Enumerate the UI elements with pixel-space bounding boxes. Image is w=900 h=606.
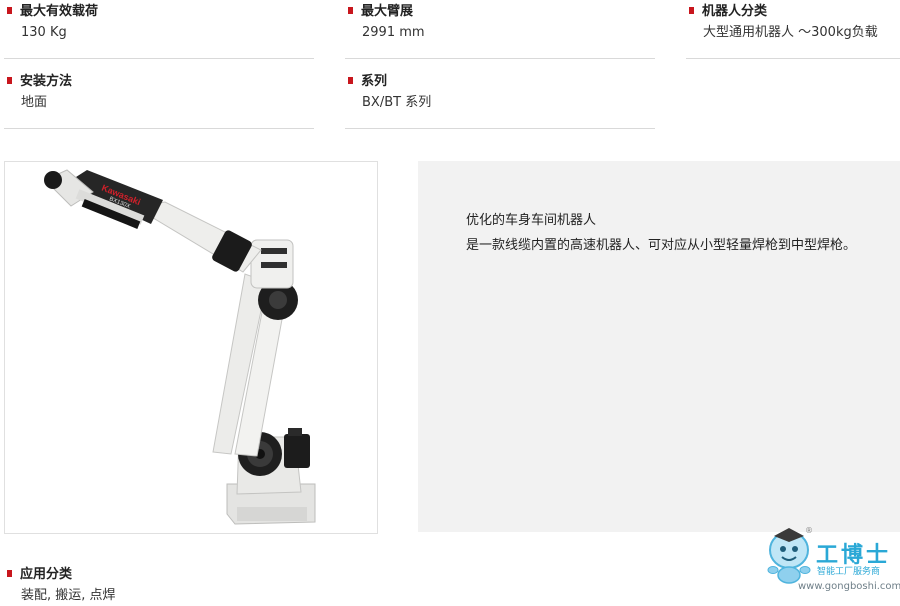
description-panel: 优化的车身车间机器人 是一款线缆内置的高速机器人、可对应从小型轻量焊枪到中型焊枪… (418, 161, 900, 532)
red-bullet-icon (7, 7, 12, 14)
spec-max-reach: 最大臂展 2991 mm (345, 3, 655, 42)
red-bullet-icon (7, 77, 12, 84)
red-bullet-icon (689, 7, 694, 14)
registered-mark: ® (805, 526, 813, 535)
spec-value: 地面 (21, 95, 48, 110)
watermark: ® 工博士 智能工厂服务商 www.gongboshi.com (762, 524, 900, 606)
divider (345, 128, 655, 129)
spec-value: 2991 mm (362, 25, 425, 40)
spec-mounting: 安装方法 地面 (4, 73, 314, 112)
divider (345, 58, 655, 59)
description-title: 优化的车身车间机器人 (466, 213, 597, 228)
spec-max-payload: 最大有效载荷 130 Kg (4, 3, 314, 42)
robot-arm-illustration: Kawasaki BX130X (44, 169, 316, 525)
spec-title: 安装方法 (20, 74, 73, 89)
divider (4, 58, 314, 59)
spec-value: 130 Kg (21, 25, 67, 40)
spec-title: 系列 (361, 74, 388, 89)
spec-title: 最大有效载荷 (20, 4, 99, 19)
red-bullet-icon (348, 7, 353, 14)
spec-title: 机器人分类 (702, 4, 768, 19)
divider (4, 128, 314, 129)
product-image: Kawasaki BX130X (4, 161, 378, 534)
red-bullet-icon (7, 570, 12, 577)
spec-series: 系列 BX/BT 系列 (345, 73, 655, 112)
spec-title: 最大臂展 (361, 4, 414, 19)
description-text: 是一款线缆内置的高速机器人、可对应从小型轻量焊枪到中型焊枪。 (466, 238, 857, 253)
watermark-url: www.gongboshi.com (798, 581, 900, 592)
spec-title: 应用分类 (20, 567, 73, 582)
red-bullet-icon (348, 77, 353, 84)
spec-value: 装配, 搬运, 点焊 (21, 588, 116, 603)
spec-value: 大型通用机器人 ～300kg负载 (703, 25, 878, 40)
spec-value: BX/BT 系列 (362, 95, 432, 110)
spec-application: 应用分类 装配, 搬运, 点焊 (4, 566, 314, 605)
spec-category: 机器人分类 大型通用机器人 ～300kg负载 (686, 3, 900, 42)
divider (686, 58, 900, 59)
watermark-tagline: 智能工厂服务商 (817, 567, 881, 577)
